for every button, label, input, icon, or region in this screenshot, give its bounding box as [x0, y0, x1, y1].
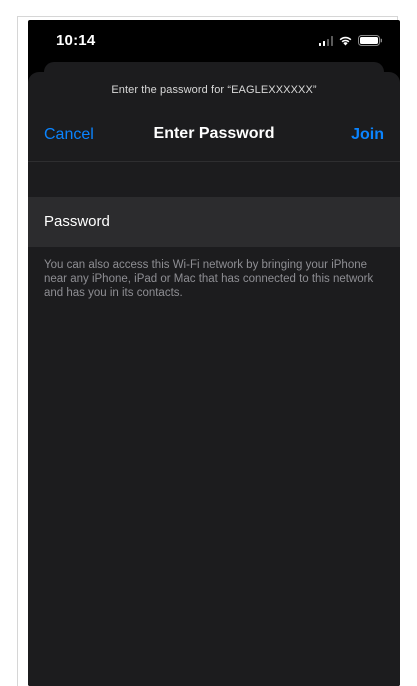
status-bar: 10:14 [28, 20, 400, 64]
cellular-signal-icon [318, 35, 333, 46]
status-icons [318, 34, 382, 46]
nav-bar: Cancel Enter Password Join [28, 112, 400, 156]
password-sheet: Enter the password for “EAGLEXXXXXX” Can… [28, 72, 400, 686]
nav-title: Enter Password [153, 125, 275, 142]
sheet-prompt: Enter the password for “EAGLEXXXXXX” [111, 84, 317, 96]
password-label: Password [44, 213, 110, 230]
phone-screen: 10:14 Enter the password for “EAGLEXXXXX… [28, 20, 400, 686]
wifi-icon [338, 35, 353, 46]
section-spacer [28, 162, 400, 196]
footer-note: You can also access this Wi-Fi network b… [44, 259, 374, 299]
password-row[interactable]: Password [28, 197, 400, 247]
join-button[interactable]: Join [351, 126, 384, 144]
password-field[interactable] [128, 207, 384, 239]
status-time: 10:14 [56, 32, 96, 49]
battery-icon [358, 35, 382, 46]
